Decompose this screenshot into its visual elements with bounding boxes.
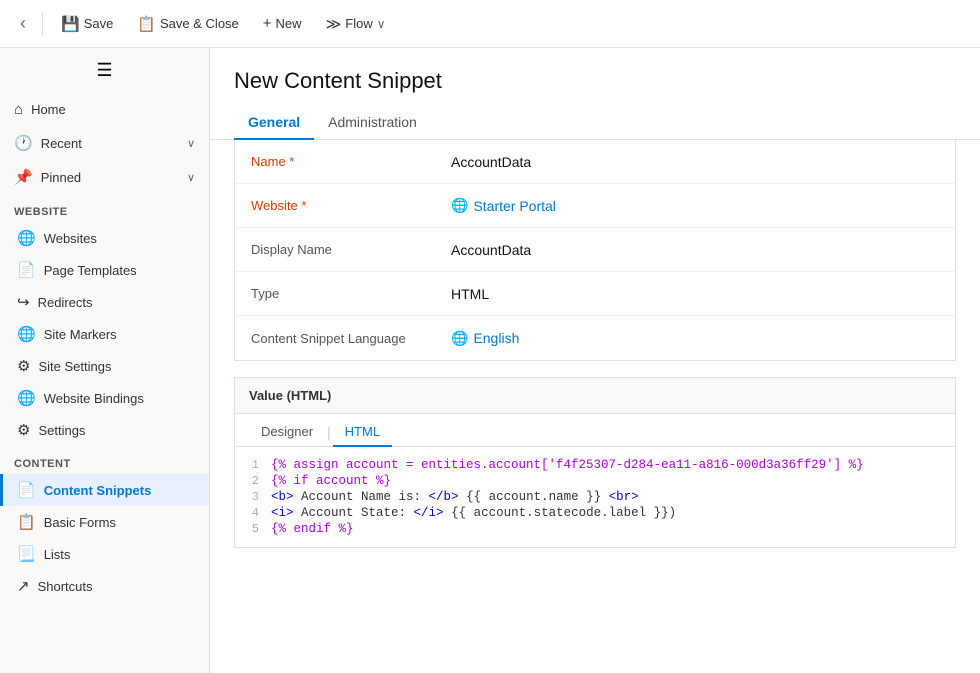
home-icon: ⌂ [14, 101, 23, 118]
sidebar-item-site-settings[interactable]: ⚙ Site Settings [0, 350, 209, 382]
sidebar-item-pinned[interactable]: 📌 Pinned ∨ [0, 160, 209, 194]
shortcuts-icon: ↗ [17, 577, 30, 595]
sidebar-item-lists[interactable]: 📃 Lists [0, 538, 209, 570]
sidebar-item-website-bindings[interactable]: 🌐 Website Bindings [0, 382, 209, 414]
sidebar-item-basic-forms[interactable]: 📋 Basic Forms [0, 506, 209, 538]
main-layout: ☰ ⌂ Home 🕐 Recent ∨ 📌 Pinned ∨ Website 🌐… [0, 48, 980, 673]
flow-caret-icon: ∨ [377, 17, 386, 31]
site-markers-icon: 🌐 [17, 325, 36, 343]
sidebar-item-settings[interactable]: ⚙ Settings [0, 414, 209, 446]
value-tab-separator: | [327, 424, 331, 440]
save-close-icon: 📋 [137, 15, 156, 33]
sidebar-item-shortcuts[interactable]: ↗ Shortcuts [0, 570, 209, 602]
tab-general[interactable]: General [234, 106, 314, 140]
form-row-type: Type HTML [235, 272, 955, 316]
hamburger-menu[interactable]: ☰ [0, 48, 209, 93]
pinned-caret-icon: ∨ [187, 171, 195, 184]
page-header: New Content Snippet [210, 48, 980, 106]
flow-icon: ≫ [326, 15, 342, 33]
content-snippets-icon: 📄 [17, 481, 36, 499]
new-button[interactable]: + New [253, 9, 312, 38]
redirects-icon: ↪ [17, 293, 30, 311]
type-label: Type [251, 286, 451, 301]
new-icon: + [263, 15, 272, 32]
content-group-title: Content [0, 446, 209, 474]
page-title: New Content Snippet [234, 68, 956, 94]
value-tab-html[interactable]: HTML [333, 418, 392, 447]
form-section: Name * AccountData Website * 🌐 Starter P… [234, 140, 956, 361]
sidebar-item-site-markers[interactable]: 🌐 Site Markers [0, 318, 209, 350]
website-label: Website * [251, 198, 451, 213]
name-label: Name * [251, 154, 451, 169]
lists-icon: 📃 [17, 545, 36, 563]
recent-icon: 🕐 [14, 134, 33, 152]
page-templates-icon: 📄 [17, 261, 36, 279]
value-section: Value (HTML) Designer | HTML 1 {% assign… [234, 377, 956, 548]
flow-button[interactable]: ≫ Flow ∨ [316, 9, 396, 39]
sidebar-item-home[interactable]: ⌂ Home [0, 93, 209, 126]
save-button[interactable]: 💾 Save [51, 9, 123, 39]
pinned-icon: 📌 [14, 168, 33, 186]
code-line-4: 4 <i> Account State: </i> {{ account.sta… [235, 505, 955, 521]
websites-icon: 🌐 [17, 229, 36, 247]
display-name-value: AccountData [451, 242, 531, 258]
website-required: * [301, 198, 306, 213]
save-close-button[interactable]: 📋 Save & Close [127, 9, 248, 39]
tab-administration[interactable]: Administration [314, 106, 431, 140]
content-area: New Content Snippet General Administrati… [210, 48, 980, 673]
form-row-website: Website * 🌐 Starter Portal [235, 184, 955, 228]
page-tabs: General Administration [210, 106, 980, 140]
sidebar-item-recent[interactable]: 🕐 Recent ∨ [0, 126, 209, 160]
value-header: Value (HTML) [235, 378, 955, 414]
website-value[interactable]: 🌐 Starter Portal [451, 197, 556, 214]
type-value: HTML [451, 286, 489, 302]
website-bindings-icon: 🌐 [17, 389, 36, 407]
sidebar-item-content-snippets[interactable]: 📄 Content Snippets [0, 474, 209, 506]
toolbar: ‹ 💾 Save 📋 Save & Close + New ≫ Flow ∨ [0, 0, 980, 48]
basic-forms-icon: 📋 [17, 513, 36, 531]
code-line-1: 1 {% assign account = entities.account['… [235, 457, 955, 473]
back-button[interactable]: ‹ [12, 7, 34, 40]
form-row-snippet-language: Content Snippet Language 🌐 English [235, 316, 955, 360]
code-line-5: 5 {% endif %} [235, 521, 955, 537]
code-line-2: 2 {% if account %} [235, 473, 955, 489]
sidebar-item-websites[interactable]: 🌐 Websites [0, 222, 209, 254]
display-name-label: Display Name [251, 242, 451, 257]
name-value: AccountData [451, 154, 531, 170]
snippet-language-label: Content Snippet Language [251, 331, 451, 346]
form-row-display-name: Display Name AccountData [235, 228, 955, 272]
name-required: * [289, 154, 294, 169]
value-tab-designer[interactable]: Designer [249, 418, 325, 447]
site-settings-icon: ⚙ [17, 357, 30, 375]
save-icon: 💾 [61, 15, 80, 33]
value-tabs: Designer | HTML [235, 414, 955, 447]
code-editor[interactable]: 1 {% assign account = entities.account['… [235, 447, 955, 547]
settings-icon: ⚙ [17, 421, 30, 439]
snippet-language-value[interactable]: 🌐 English [451, 330, 519, 347]
sidebar: ☰ ⌂ Home 🕐 Recent ∨ 📌 Pinned ∨ Website 🌐… [0, 48, 210, 673]
code-line-3: 3 <b> Account Name is: </b> {{ account.n… [235, 489, 955, 505]
sidebar-item-page-templates[interactable]: 📄 Page Templates [0, 254, 209, 286]
sidebar-item-redirects[interactable]: ↪ Redirects [0, 286, 209, 318]
snippet-language-icon: 🌐 [451, 330, 468, 347]
recent-caret-icon: ∨ [187, 137, 195, 150]
website-globe-icon: 🌐 [451, 197, 468, 214]
website-group-title: Website [0, 194, 209, 222]
form-row-name: Name * AccountData [235, 140, 955, 184]
toolbar-separator-1 [42, 12, 43, 36]
